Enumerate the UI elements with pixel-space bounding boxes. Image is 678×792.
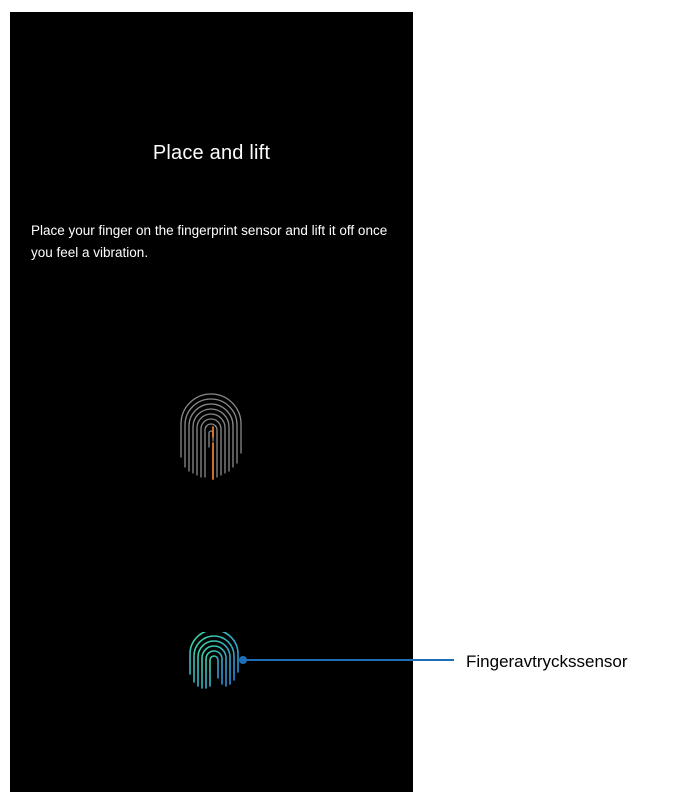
fingerprint-sensor-icon [189,632,239,691]
phone-screen: Place and lift Place your finger on the … [10,12,413,792]
callout-label-fingerprint-sensor: Fingeravtryckssensor [466,652,628,671]
fingerprint-progress-icon [180,393,242,480]
page-title: Place and lift [152,142,271,164]
callout-line [246,659,454,661]
manual-illustration: Place and lift Place your finger on the … [0,0,678,792]
instruction-text: Place your finger on the fingerprint sen… [31,223,388,260]
